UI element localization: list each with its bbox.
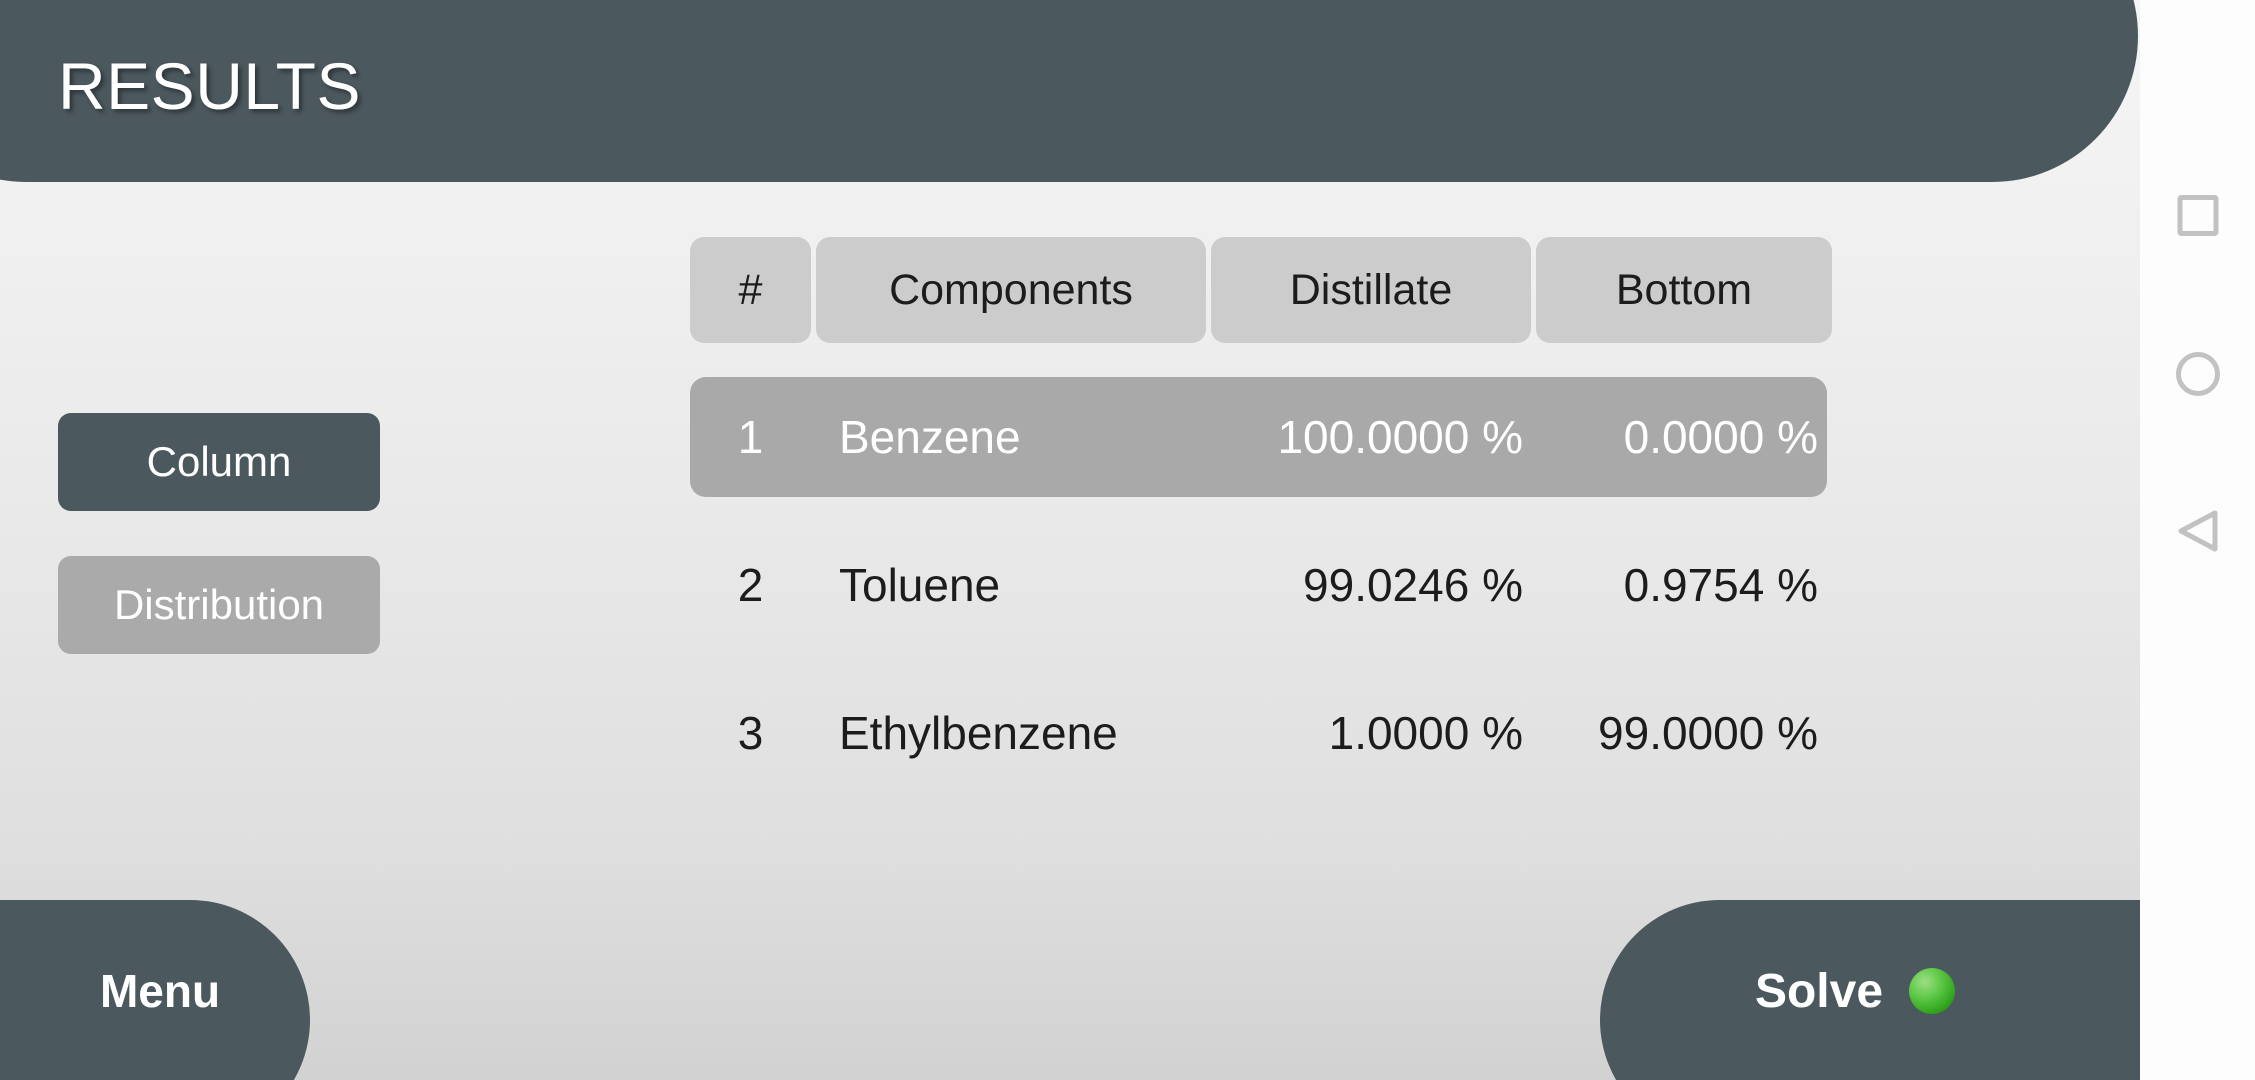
- green-led-indicator-icon: [1909, 968, 1956, 1014]
- table-row[interactable]: 1 Benzene 100.0000 % 0.0000 %: [690, 377, 1827, 497]
- table-body: 1 Benzene 100.0000 % 0.0000 % 2 Toluene …: [690, 377, 1827, 793]
- column-header-bottom[interactable]: Bottom: [1536, 237, 1832, 343]
- cell-component: Benzene: [839, 411, 1021, 463]
- cell-bottom: 0.9754 %: [1623, 559, 1818, 611]
- recents-square-icon[interactable]: [2177, 195, 2218, 236]
- table-row[interactable]: 3 Ethylbenzene 1.0000 % 99.0000 %: [690, 673, 1827, 793]
- results-table: # Components Distillate Bottom 1 Benzene…: [690, 237, 1832, 793]
- cell-distillate: 99.0246 %: [1303, 559, 1523, 611]
- table-row[interactable]: 2 Toluene 99.0246 % 0.9754 %: [690, 525, 1827, 645]
- mode-button-distribution[interactable]: Distribution: [58, 556, 380, 654]
- solve-button[interactable]: Solve: [1600, 900, 2140, 1080]
- column-header-components[interactable]: Components: [816, 237, 1206, 343]
- column-header-distillate[interactable]: Distillate: [1211, 237, 1531, 343]
- cell-index: 3: [737, 707, 764, 759]
- screen-root: RESULTS Column Distribution # Components…: [0, 0, 2255, 1080]
- cell-distillate: 1.0000 %: [1328, 707, 1523, 759]
- mode-button-group: Column Distribution: [58, 413, 380, 654]
- app-surface: RESULTS Column Distribution # Components…: [0, 0, 2140, 1080]
- home-circle-icon[interactable]: [2175, 352, 2220, 396]
- back-triangle-icon[interactable]: [2175, 508, 2221, 554]
- android-navigation-bar: [2140, 0, 2255, 1080]
- cell-component: Ethylbenzene: [839, 707, 1118, 759]
- cell-component: Toluene: [839, 559, 1001, 611]
- cell-bottom: 99.0000 %: [1598, 707, 1818, 759]
- cell-index: 2: [737, 559, 764, 611]
- cell-distillate: 100.0000 %: [1277, 411, 1523, 463]
- cell-bottom: 0.0000 %: [1623, 411, 1818, 463]
- page-title: RESULTS: [58, 49, 362, 123]
- cell-index: 1: [737, 411, 764, 463]
- menu-button[interactable]: Menu: [0, 900, 310, 1080]
- solve-button-label: Solve: [1754, 964, 1884, 1018]
- table-header-row: # Components Distillate Bottom: [690, 237, 1832, 343]
- mode-button-column[interactable]: Column: [58, 413, 380, 511]
- column-header-index[interactable]: #: [690, 237, 811, 343]
